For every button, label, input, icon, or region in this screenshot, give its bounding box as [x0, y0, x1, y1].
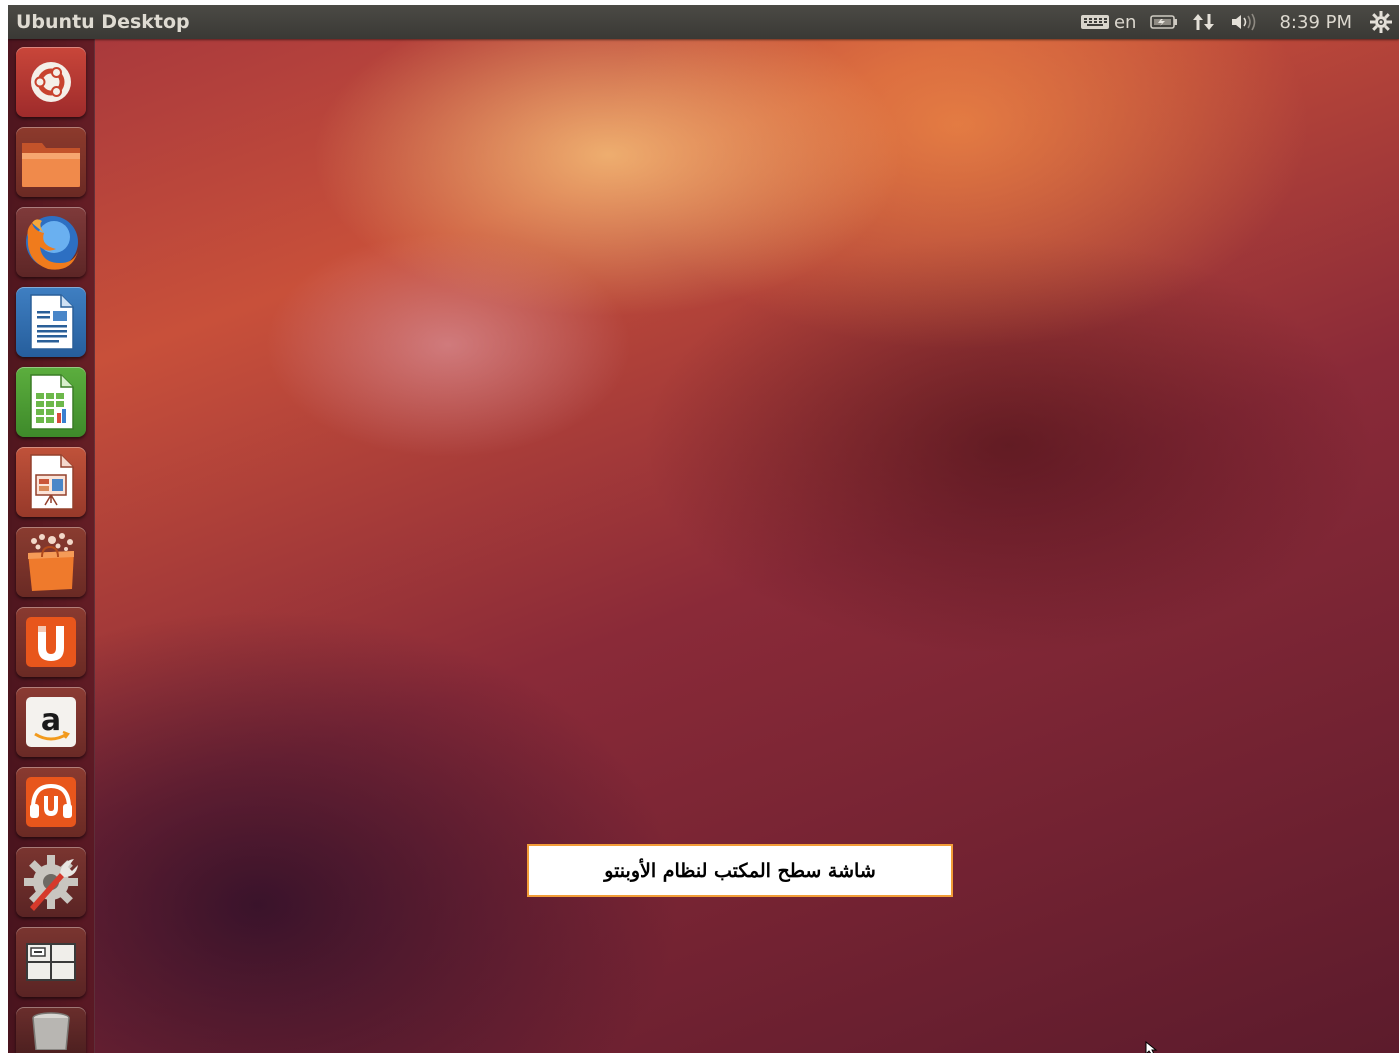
- clock-label: 8:39 PM: [1279, 11, 1352, 33]
- launcher-item-libreoffice-writer[interactable]: [16, 287, 86, 357]
- battery-indicator[interactable]: [1143, 5, 1185, 39]
- svg-text:a: a: [41, 703, 61, 738]
- launcher-item-home-folder[interactable]: [16, 127, 86, 197]
- launcher-item-libreoffice-calc[interactable]: [16, 367, 86, 437]
- keyboard-icon: [1080, 14, 1110, 30]
- launcher-item-trash[interactable]: [16, 1007, 86, 1053]
- launcher-item-libreoffice-impress[interactable]: [16, 447, 86, 517]
- keyboard-layout-label: en: [1113, 11, 1137, 33]
- trash-icon: [28, 1010, 74, 1050]
- network-icon: [1192, 12, 1216, 32]
- ubuntu-one-icon: [23, 614, 79, 670]
- calc-spreadsheet-icon: [27, 373, 75, 431]
- mouse-pointer-icon: [1145, 1040, 1161, 1053]
- clock-indicator[interactable]: 8:39 PM: [1267, 5, 1362, 39]
- launcher-item-workspace-switcher[interactable]: [16, 927, 86, 997]
- shopping-bag-icon: [20, 531, 82, 593]
- launcher-item-ubuntu-one[interactable]: [16, 607, 86, 677]
- launcher-item-firefox[interactable]: [16, 207, 86, 277]
- volume-indicator[interactable]: [1223, 5, 1267, 39]
- ubuntu-logo-icon: [28, 59, 74, 105]
- volume-icon: [1230, 13, 1260, 31]
- desktop-screen: Ubuntu Desktop en 8:39 PM a شاشة سطح الم…: [8, 5, 1399, 1053]
- launcher-item-ubuntu-software-center[interactable]: [16, 527, 86, 597]
- launcher-item-amazon[interactable]: a: [16, 687, 86, 757]
- caption-label: شاشة سطح المكتب لنظام الأوبنتو: [527, 844, 953, 897]
- session-indicator[interactable]: [1362, 5, 1399, 39]
- workspaces-icon: [25, 942, 77, 982]
- battery-icon: [1150, 14, 1178, 30]
- window-title: Ubuntu Desktop: [16, 11, 190, 33]
- impress-presentation-icon: [27, 453, 75, 511]
- amazon-icon: a: [23, 694, 79, 750]
- launcher-item-system-settings[interactable]: [16, 847, 86, 917]
- launcher-item-dash-home[interactable]: [16, 47, 86, 117]
- session-gear-icon: [1369, 10, 1393, 34]
- network-indicator[interactable]: [1185, 5, 1223, 39]
- settings-wrench-icon: [20, 851, 82, 913]
- music-headphones-icon: [23, 774, 79, 830]
- launcher-item-ubuntu-one-music[interactable]: [16, 767, 86, 837]
- caption-text: شاشة سطح المكتب لنظام الأوبنتو: [604, 859, 876, 882]
- writer-document-icon: [27, 293, 75, 351]
- firefox-icon: [20, 211, 82, 273]
- launcher: a: [8, 39, 95, 1053]
- folder-icon: [20, 135, 82, 189]
- top-panel: Ubuntu Desktop en 8:39 PM: [8, 5, 1399, 39]
- keyboard-indicator[interactable]: en: [1073, 5, 1143, 39]
- indicator-area: en 8:39 PM: [1073, 5, 1399, 39]
